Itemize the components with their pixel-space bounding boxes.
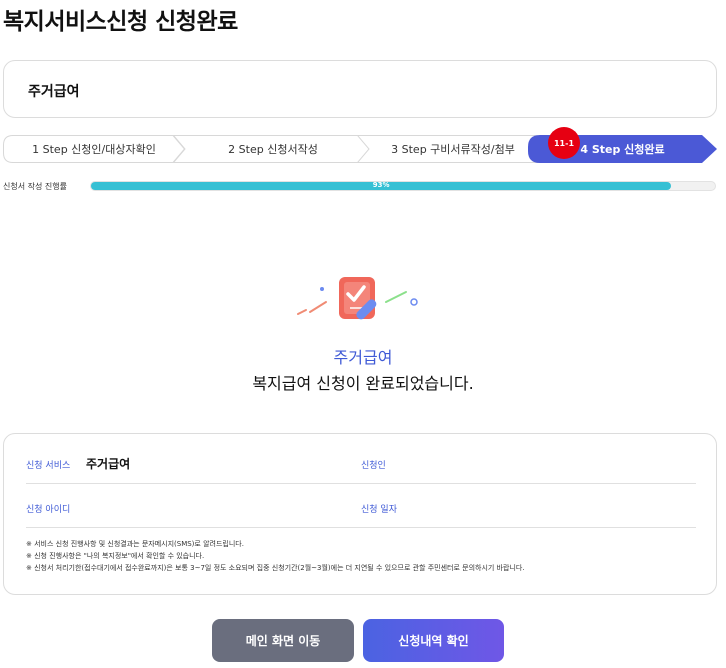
step-4-label: 4 Step 신청완료: [580, 143, 665, 156]
completion-message: 복지급여 신청이 완료되었습니다.: [252, 374, 474, 393]
main-screen-button[interactable]: 메인 화면 이동: [212, 619, 354, 662]
step-badge: 11-1: [548, 127, 580, 159]
notice-item: ※ 서비스 신청 진행사항 및 신청결과는 문자메시지(SMS)로 알려드립니다…: [26, 540, 244, 548]
step-2-label: 2 Step 신청서작성: [228, 143, 318, 156]
application-complete-icon: [297, 277, 418, 320]
progress-bar: 93%: [90, 181, 716, 191]
service-name: 주거급여: [28, 84, 80, 100]
applicant-label: 신청인: [361, 461, 386, 471]
step-3-label: 3 Step 구비서류작성/첨부: [391, 143, 515, 156]
step-1: 1 Step 신청인/대상자확인: [3, 135, 185, 163]
progress-label: 신청서 작성 진행률: [3, 182, 67, 191]
page-title: 복지서비스신청 신청완료: [3, 9, 238, 35]
notice-list: ※ 서비스 신청 진행사항 및 신청결과는 문자메시지(SMS)로 알려드립니다…: [26, 538, 525, 574]
date-label: 신청 일자: [361, 505, 397, 515]
view-application-button[interactable]: 신청내역 확인: [363, 619, 504, 662]
progress-percent: 93%: [372, 181, 390, 189]
service-name-box: 주거급여: [3, 60, 717, 118]
step-indicator: 1 Step 신청인/대상자확인 2 Step 신청서작성 3 Step 구비서…: [3, 135, 717, 163]
service-label: 신청 서비스: [26, 461, 71, 471]
id-label: 신청 아이디: [26, 505, 71, 515]
completion-service-name: 주거급여: [333, 348, 393, 367]
step-2: 2 Step 신청서작성: [173, 135, 373, 163]
notice-item: ※ 신청서 처리기한(접수대기에서 접수완료까지)은 보통 3~7일 정도 소요…: [26, 564, 525, 572]
info-row: 신청 서비스 주거급여 신청인: [26, 440, 696, 484]
info-row: 신청 아이디 신청 일자: [26, 484, 696, 528]
step-1-label: 1 Step 신청인/대상자확인: [32, 143, 156, 156]
application-info-box: 신청 서비스 주거급여 신청인 신청 아이디 신청 일자 ※ 서비스 신청 진행…: [3, 433, 717, 595]
service-value: 주거급여: [86, 457, 131, 471]
notice-item: ※ 신청 진행사항은 "나의 복지정보"에서 확인할 수 있습니다.: [26, 552, 205, 560]
step-3: 3 Step 구비서류작성/첨부: [357, 135, 549, 163]
